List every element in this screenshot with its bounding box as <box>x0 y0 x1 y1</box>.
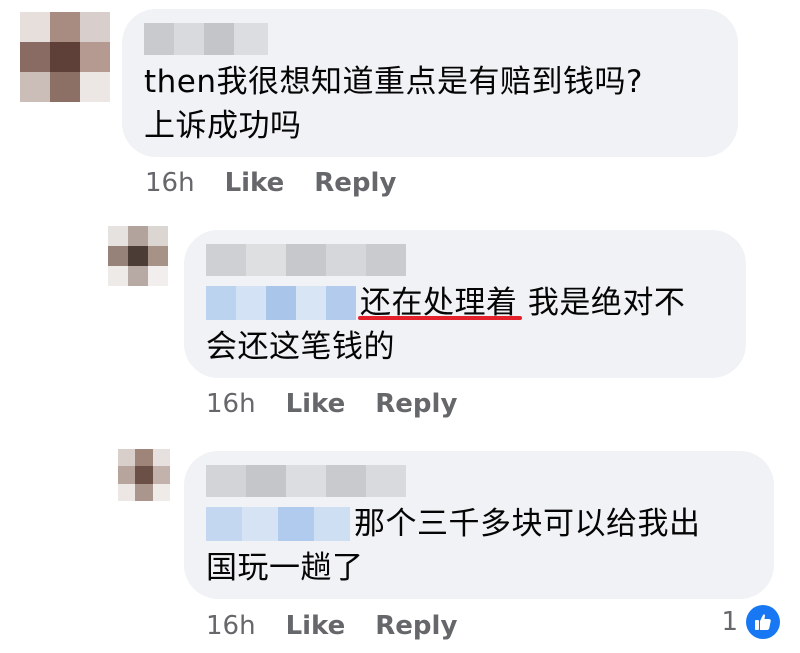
mention-redacted[interactable] <box>206 286 356 320</box>
comment-text-line-2: 上诉成功吗 <box>144 108 302 144</box>
reply-button[interactable]: Reply <box>314 168 396 198</box>
like-button[interactable]: Like <box>225 168 285 198</box>
comment-text-line-2: 会还这笔钱的 <box>206 329 395 365</box>
avatar[interactable] <box>108 226 168 286</box>
thumbs-up-icon <box>746 605 780 639</box>
avatar[interactable] <box>20 12 110 102</box>
reply-button[interactable]: Reply <box>375 389 457 419</box>
comment-text-line-1: then我很想知道重点是有赔到钱吗? <box>144 64 643 100</box>
commenter-name-redacted[interactable] <box>206 244 406 276</box>
commenter-name-redacted[interactable] <box>206 465 406 497</box>
comment-actions: 16h Like Reply <box>145 168 396 198</box>
comment-actions: 16h Like Reply <box>206 611 457 641</box>
reaction-summary[interactable]: 1 <box>721 605 780 639</box>
reaction-count: 1 <box>721 607 738 637</box>
comment-bubble: then我很想知道重点是有赔到钱吗? 上诉成功吗 <box>122 9 738 157</box>
comment-bubble: 还在处理着 我是绝对不 会还这笔钱的 <box>184 230 746 378</box>
comment-actions: 16h Like Reply <box>206 389 457 419</box>
comment-time[interactable]: 16h <box>206 389 256 419</box>
comment-text-line-2: 国玩一趟了 <box>206 550 364 586</box>
reply-button[interactable]: Reply <box>375 611 457 641</box>
like-button[interactable]: Like <box>286 389 346 419</box>
comment-text-rest: 我是绝对不 <box>517 285 686 321</box>
avatar[interactable] <box>118 449 170 501</box>
comment-bubble: 那个三千多块可以给我出 国玩一趟了 <box>184 451 774 599</box>
commenter-name-redacted[interactable] <box>144 23 268 55</box>
comment-time[interactable]: 16h <box>145 168 195 198</box>
comment-text-line-1: 还在处理着 我是绝对不 <box>360 280 685 326</box>
underlined-text: 还在处理着 <box>360 285 518 321</box>
comment-text-line-1: 那个三千多块可以给我出 <box>354 506 701 542</box>
like-button[interactable]: Like <box>286 611 346 641</box>
mention-redacted[interactable] <box>206 507 350 541</box>
comment-time[interactable]: 16h <box>206 611 256 641</box>
